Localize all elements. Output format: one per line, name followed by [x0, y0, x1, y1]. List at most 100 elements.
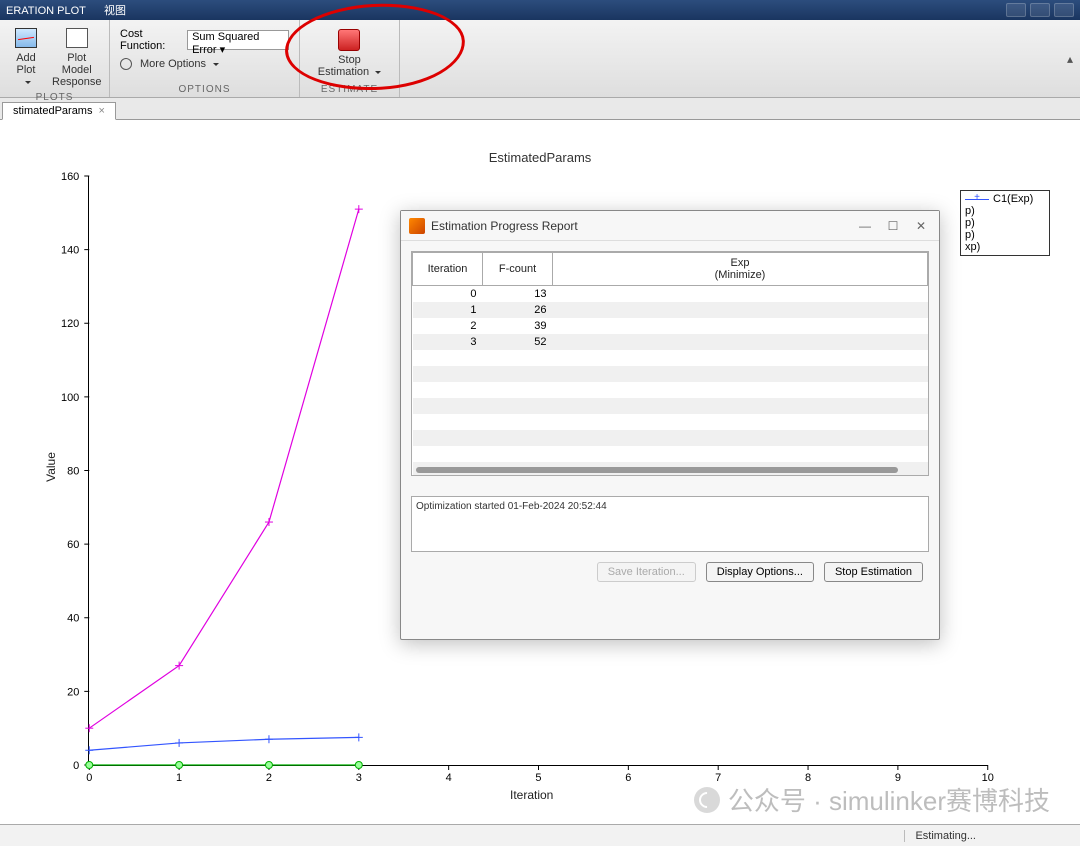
status-bar: Estimating...	[0, 824, 1080, 846]
section-options: Cost Function: Sum Squared Error ▾ More …	[110, 20, 300, 97]
tab-close-icon[interactable]: ×	[98, 105, 104, 117]
svg-text:80: 80	[67, 465, 79, 477]
dialog-title: Estimation Progress Report	[431, 219, 855, 233]
plot-model-label2: Response	[52, 76, 102, 88]
svg-text:140: 140	[61, 245, 79, 257]
legend-row: C1(Exp)	[965, 193, 1045, 205]
table-row	[413, 446, 928, 462]
svg-text:6: 6	[625, 772, 631, 784]
svg-text:10: 10	[982, 772, 994, 784]
svg-text:9: 9	[895, 772, 901, 784]
estimation-progress-dialog[interactable]: Estimation Progress Report — ☐ ✕ Iterati…	[400, 210, 940, 640]
save-iteration-button: Save Iteration...	[597, 562, 696, 582]
more-options-caret-icon	[210, 58, 219, 70]
legend-row: xp)	[965, 241, 1045, 253]
svg-text:0: 0	[86, 772, 92, 784]
stop-caret-icon	[372, 66, 381, 78]
cost-function-label: Cost Function:	[120, 28, 183, 52]
legend-label: p)	[965, 229, 975, 241]
title-fragment: ERATION PLOT	[6, 5, 86, 17]
stop-estimation-button[interactable]: Stop Estimation	[314, 26, 385, 80]
svg-text:4: 4	[446, 772, 452, 784]
table-row	[413, 414, 928, 430]
gear-icon	[120, 58, 132, 70]
plot-model-label1: Plot Model	[52, 52, 102, 76]
dialog-buttons: Save Iteration... Display Options... Sto…	[411, 552, 929, 582]
stop-label1: Stop	[338, 54, 361, 66]
col-iteration: Iteration	[413, 253, 483, 286]
window-buttons	[1006, 3, 1074, 17]
add-plot-label: Add Plot	[14, 52, 38, 76]
menu-view[interactable]: 视图	[104, 5, 126, 17]
dialog-minimize-icon[interactable]: —	[855, 219, 875, 233]
iteration-tbody: 013126239352	[413, 286, 928, 477]
table-row[interactable]: 126	[413, 302, 928, 318]
svg-text:1: 1	[176, 772, 182, 784]
chart-title: EstimatedParams	[0, 150, 1080, 165]
dialog-body: Iteration F-count Exp (Minimize) 0131262…	[401, 241, 939, 592]
toolstrip-collapse-icon[interactable]: ▴	[1060, 20, 1080, 97]
table-row	[413, 382, 928, 398]
legend-label: xp)	[965, 241, 980, 253]
legend-row: p)	[965, 229, 1045, 241]
cost-function-select[interactable]: Sum Squared Error ▾	[187, 30, 289, 50]
svg-text:5: 5	[535, 772, 541, 784]
table-row	[413, 350, 928, 366]
iteration-table-wrap[interactable]: Iteration F-count Exp (Minimize) 0131262…	[411, 251, 929, 476]
legend-row: p)	[965, 217, 1045, 229]
svg-text:3: 3	[356, 772, 362, 784]
svg-text:20: 20	[67, 686, 79, 698]
stop-label2: Estimation	[318, 66, 381, 78]
log-textarea[interactable]: Optimization started 01-Feb-2024 20:52:4…	[411, 496, 929, 552]
legend-label: p)	[965, 217, 975, 229]
plot-icon	[15, 28, 37, 48]
table-row[interactable]: 013	[413, 286, 928, 303]
svg-text:2: 2	[266, 772, 272, 784]
section-label-options: OPTIONS	[110, 82, 299, 97]
legend-label: p)	[965, 205, 975, 217]
svg-text:7: 7	[715, 772, 721, 784]
legend[interactable]: C1(Exp) p) p) p) xp)	[960, 190, 1050, 256]
y-axis-label: Value	[44, 452, 58, 482]
more-options-button[interactable]: More Options	[120, 58, 219, 70]
add-plot-button[interactable]: Add Plot	[10, 24, 42, 90]
legend-row: p)	[965, 205, 1045, 217]
col-exp: Exp (Minimize)	[553, 253, 928, 286]
dialog-titlebar[interactable]: Estimation Progress Report — ☐ ✕	[401, 211, 939, 241]
app-titlebar: ERATION PLOT 视图	[0, 0, 1080, 20]
section-label-estimate: ESTIMATE	[300, 82, 399, 97]
dialog-maximize-icon[interactable]: ☐	[883, 219, 903, 233]
table-row	[413, 430, 928, 446]
svg-text:120: 120	[61, 318, 79, 330]
svg-text:100: 100	[61, 392, 79, 404]
dropdown-caret-icon	[22, 76, 31, 88]
stop-icon	[338, 29, 360, 51]
document-tabstrip: stimatedParams ×	[0, 98, 1080, 120]
h-scrollbar[interactable]	[416, 467, 898, 473]
table-row[interactable]: 352	[413, 334, 928, 350]
svg-text:60: 60	[67, 539, 79, 551]
table-row[interactable]: 239	[413, 318, 928, 334]
restore-icon[interactable]	[1030, 3, 1050, 17]
model-response-icon	[66, 28, 88, 48]
status-text: Estimating...	[904, 830, 986, 842]
tab-label: stimatedParams	[13, 105, 92, 117]
cost-function-row: Cost Function: Sum Squared Error ▾	[120, 28, 289, 52]
iteration-table: Iteration F-count Exp (Minimize) 0131262…	[412, 252, 928, 476]
dialog-close-icon[interactable]: ✕	[911, 219, 931, 233]
matlab-icon	[409, 218, 425, 234]
legend-label: C1(Exp)	[993, 193, 1033, 205]
plot-model-response-button[interactable]: Plot Model Response	[48, 24, 106, 90]
tab-estimatedparams[interactable]: stimatedParams ×	[2, 102, 116, 120]
cost-function-value: Sum Squared Error	[192, 31, 259, 56]
more-options-label: More Options	[140, 58, 206, 70]
display-options-button[interactable]: Display Options...	[706, 562, 814, 582]
svg-text:160: 160	[61, 171, 79, 183]
min-icon[interactable]	[1006, 3, 1026, 17]
toolstrip: Add Plot Plot Model Response PLOTS Cost …	[0, 20, 1080, 98]
legend-marker-icon	[965, 195, 989, 203]
svg-text:40: 40	[67, 613, 79, 625]
table-row	[413, 398, 928, 414]
dialog-stop-estimation-button[interactable]: Stop Estimation	[824, 562, 923, 582]
close-icon[interactable]	[1054, 3, 1074, 17]
